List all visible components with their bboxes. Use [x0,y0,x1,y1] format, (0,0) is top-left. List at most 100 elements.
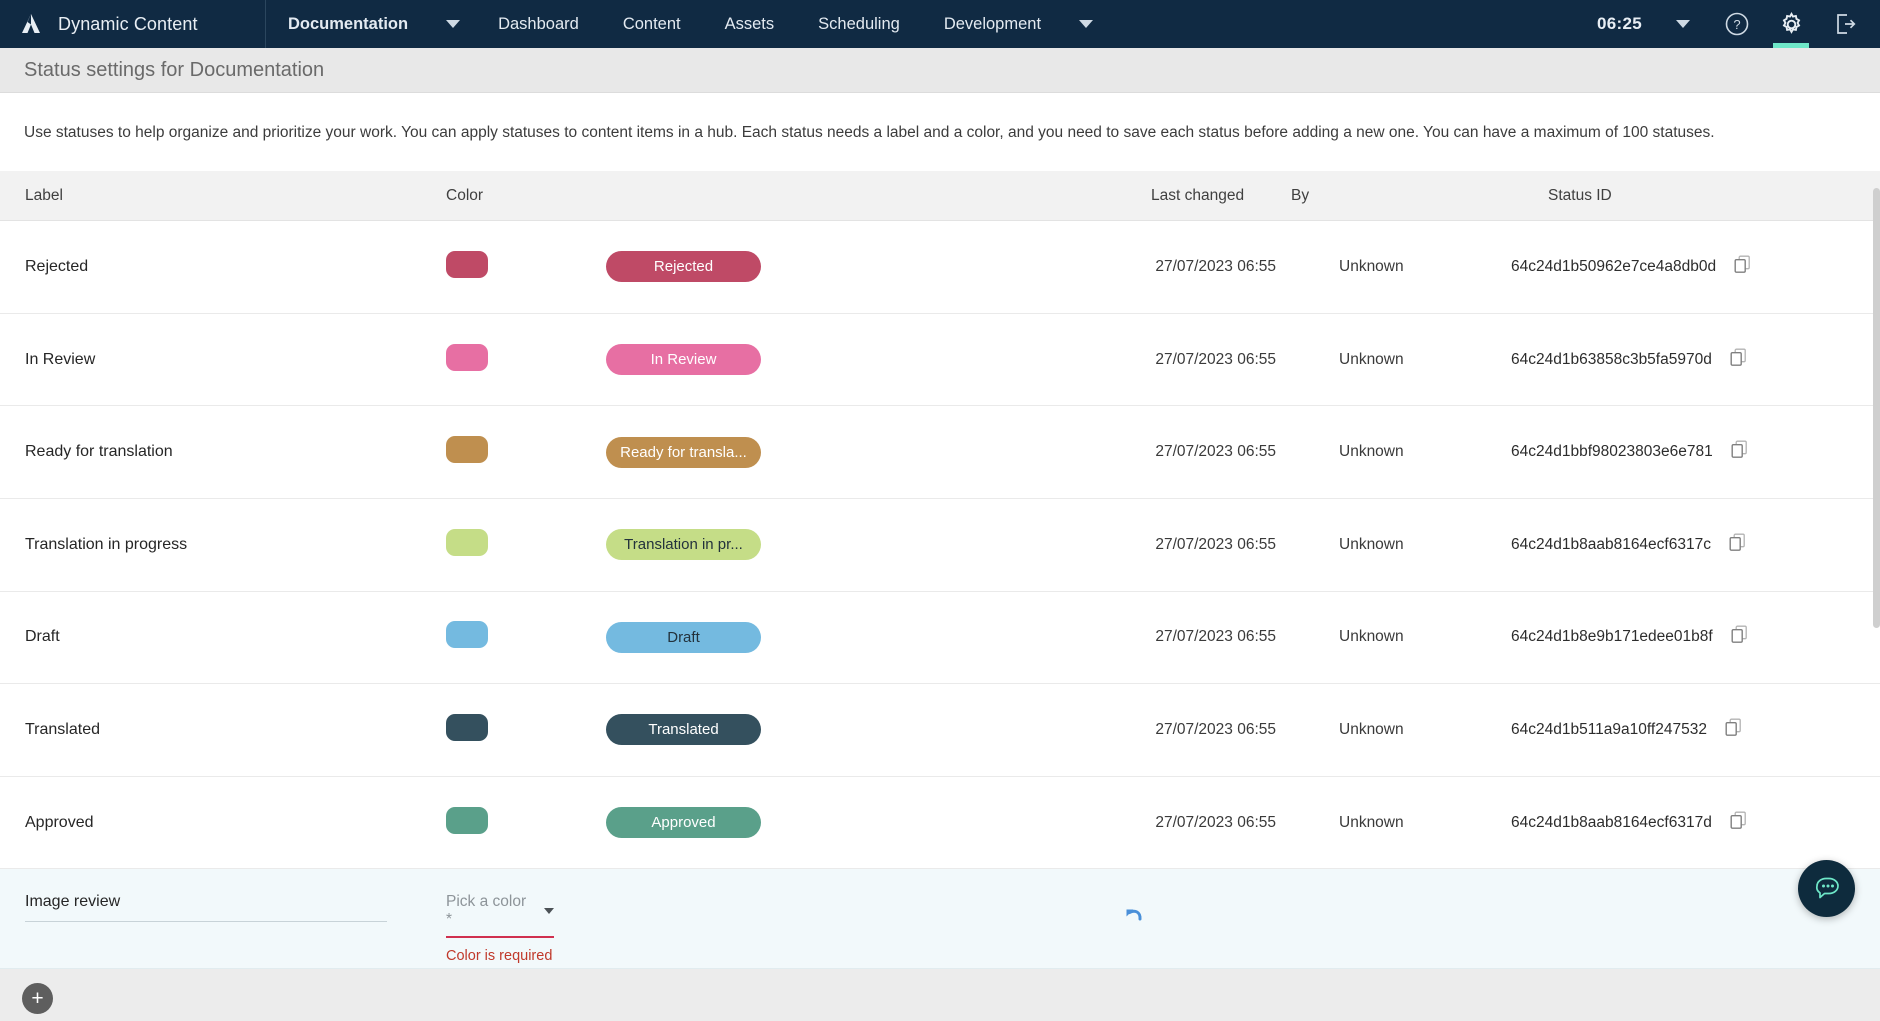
undo-button[interactable] [1118,899,1148,934]
gear-icon [1782,11,1800,34]
logout-icon [1837,14,1856,34]
status-badge-cell: Approved [606,807,1096,838]
chevron-down-icon [544,908,554,915]
status-id-cell: 64c24d1b8aab8164ecf6317c [1456,533,1880,557]
nav-item-scheduling[interactable]: Scheduling [796,0,922,48]
changed-by-cell: Unknown [1276,443,1456,461]
status-color-cell [436,528,606,561]
last-changed-cell: 27/07/2023 06:55 [1096,628,1276,646]
nav-item-hub-documentation[interactable]: Documentation [266,0,430,48]
clock-display: 06:25 [1597,14,1642,33]
nav-item-dashboard[interactable]: Dashboard [476,0,601,48]
status-label-cell: In Review [0,351,436,369]
status-label: In Review [25,350,96,368]
status-color-cell [436,436,606,468]
status-badge-cell: Ready for transla... [606,436,1096,468]
copy-icon[interactable] [1734,255,1751,279]
amplience-logo-icon [18,11,44,37]
status-id-value: 64c24d1b511a9a10ff247532 [1511,720,1707,738]
hub-dropdown-toggle[interactable] [430,0,476,48]
changed-by-value: Unknown [1339,350,1404,368]
user-menu-toggle[interactable] [1656,0,1710,48]
changed-by-cell: Unknown [1276,536,1456,554]
chevron-down-icon [1079,20,1094,28]
changed-by-cell: Unknown [1276,628,1456,646]
status-badge: Translation in pr... [606,529,761,561]
help-button[interactable]: ? [1710,0,1764,48]
nav-item-content[interactable]: Content [601,0,703,48]
color-swatch[interactable] [446,528,488,556]
status-table: Label Color Last changed By Status ID Re… [0,171,1880,970]
color-swatch[interactable] [446,436,488,464]
color-picker-dropdown[interactable]: Pick a color * [446,893,554,939]
status-label-cell: Draft [0,628,436,646]
status-badge-cell: Rejected [606,251,1096,283]
nav-label: Development [943,14,1042,33]
logout-button[interactable] [1818,0,1872,48]
nav-label: Content [622,14,681,33]
color-swatch[interactable] [446,250,488,278]
changed-by-value: Unknown [1339,535,1404,553]
status-badge-cell: Draft [606,621,1096,653]
status-label-cell: Translated [0,721,436,739]
column-header-last-changed: Last changed [1151,186,1245,204]
color-swatch[interactable] [446,621,488,649]
table-row: In Review In Review 27/07/2023 06:55 Unknow… [0,313,1880,407]
add-status-button[interactable]: + [22,983,53,1015]
table-row: Rejected Rejected 27/07/2023 06:55 Unknown 6… [0,221,1880,314]
status-color-cell [436,806,606,839]
status-label-cell: Approved [0,814,436,832]
brand-name: Dynamic Content [58,13,198,34]
settings-button[interactable] [1764,0,1818,48]
status-color-cell [436,250,606,283]
changed-by-value: Unknown [1339,813,1404,831]
status-badge: Draft [606,621,761,653]
page-scrollbar[interactable] [1873,188,1880,628]
svg-text:?: ? [1733,17,1740,32]
status-id-cell: 64c24d1b8e9b171edee01b8f [1456,625,1880,649]
column-header-status-id: Status ID [1548,186,1612,204]
status-badge-cell: In Review [606,344,1096,376]
table-row: Translated Translated 27/07/2023 06:55 Unkn… [0,684,1880,777]
color-swatch[interactable] [446,713,488,741]
changed-by-value: Unknown [1339,720,1404,738]
copy-icon[interactable] [1729,533,1746,557]
color-swatch[interactable] [446,806,488,834]
status-label: Approved [25,813,94,831]
page-header: Status settings for Documentation [0,48,1880,93]
changed-by-cell: Unknown [1276,258,1456,276]
nav-item-assets[interactable]: Assets [703,0,797,48]
status-id-value: 64c24d1b8e9b171edee01b8f [1511,628,1713,646]
copy-icon[interactable] [1730,348,1747,372]
last-changed-value: 27/07/2023 06:55 [1155,350,1276,368]
last-changed-value: 27/07/2023 06:55 [1155,443,1276,461]
nav-label: Assets [724,14,775,33]
help-circle-icon: ? [1725,12,1749,36]
copy-icon[interactable] [1731,625,1748,649]
brand-area[interactable]: Dynamic Content [0,0,266,48]
changed-by-value: Unknown [1339,628,1404,646]
copy-icon[interactable] [1725,718,1742,742]
status-id-value: 64c24d1b8aab8164ecf6317d [1511,813,1712,831]
copy-icon[interactable] [1730,811,1747,835]
color-picker-placeholder: Pick a color * [446,893,527,929]
topbar-right-controls: 06:25 ? [1587,0,1880,48]
status-id-cell: 64c24d1b63858c3b5fa5970d [1456,348,1880,372]
status-id-value: 64c24d1b50962e7ce4a8db0d [1511,257,1717,275]
copy-icon[interactable] [1731,440,1748,464]
status-color-cell [436,713,606,746]
nav-item-development[interactable]: Development [922,0,1063,48]
status-badge-cell: Translated [606,714,1096,746]
changed-by-cell: Unknown [1276,721,1456,739]
color-swatch[interactable] [446,343,488,371]
main-nav: Documentation Dashboard Content Assets S… [266,0,1109,48]
status-color-cell [436,343,606,376]
chat-support-button[interactable] [1798,860,1855,917]
status-label-cell: Translation in progress [0,536,436,554]
more-nav-dropdown-toggle[interactable] [1063,0,1109,48]
plus-icon: + [31,987,44,1011]
new-status-label-input[interactable] [25,893,387,923]
page-description: Use statuses to help organize and priori… [0,93,1880,172]
changed-by-cell: Unknown [1276,814,1456,832]
last-changed-value: 27/07/2023 06:55 [1155,257,1276,275]
